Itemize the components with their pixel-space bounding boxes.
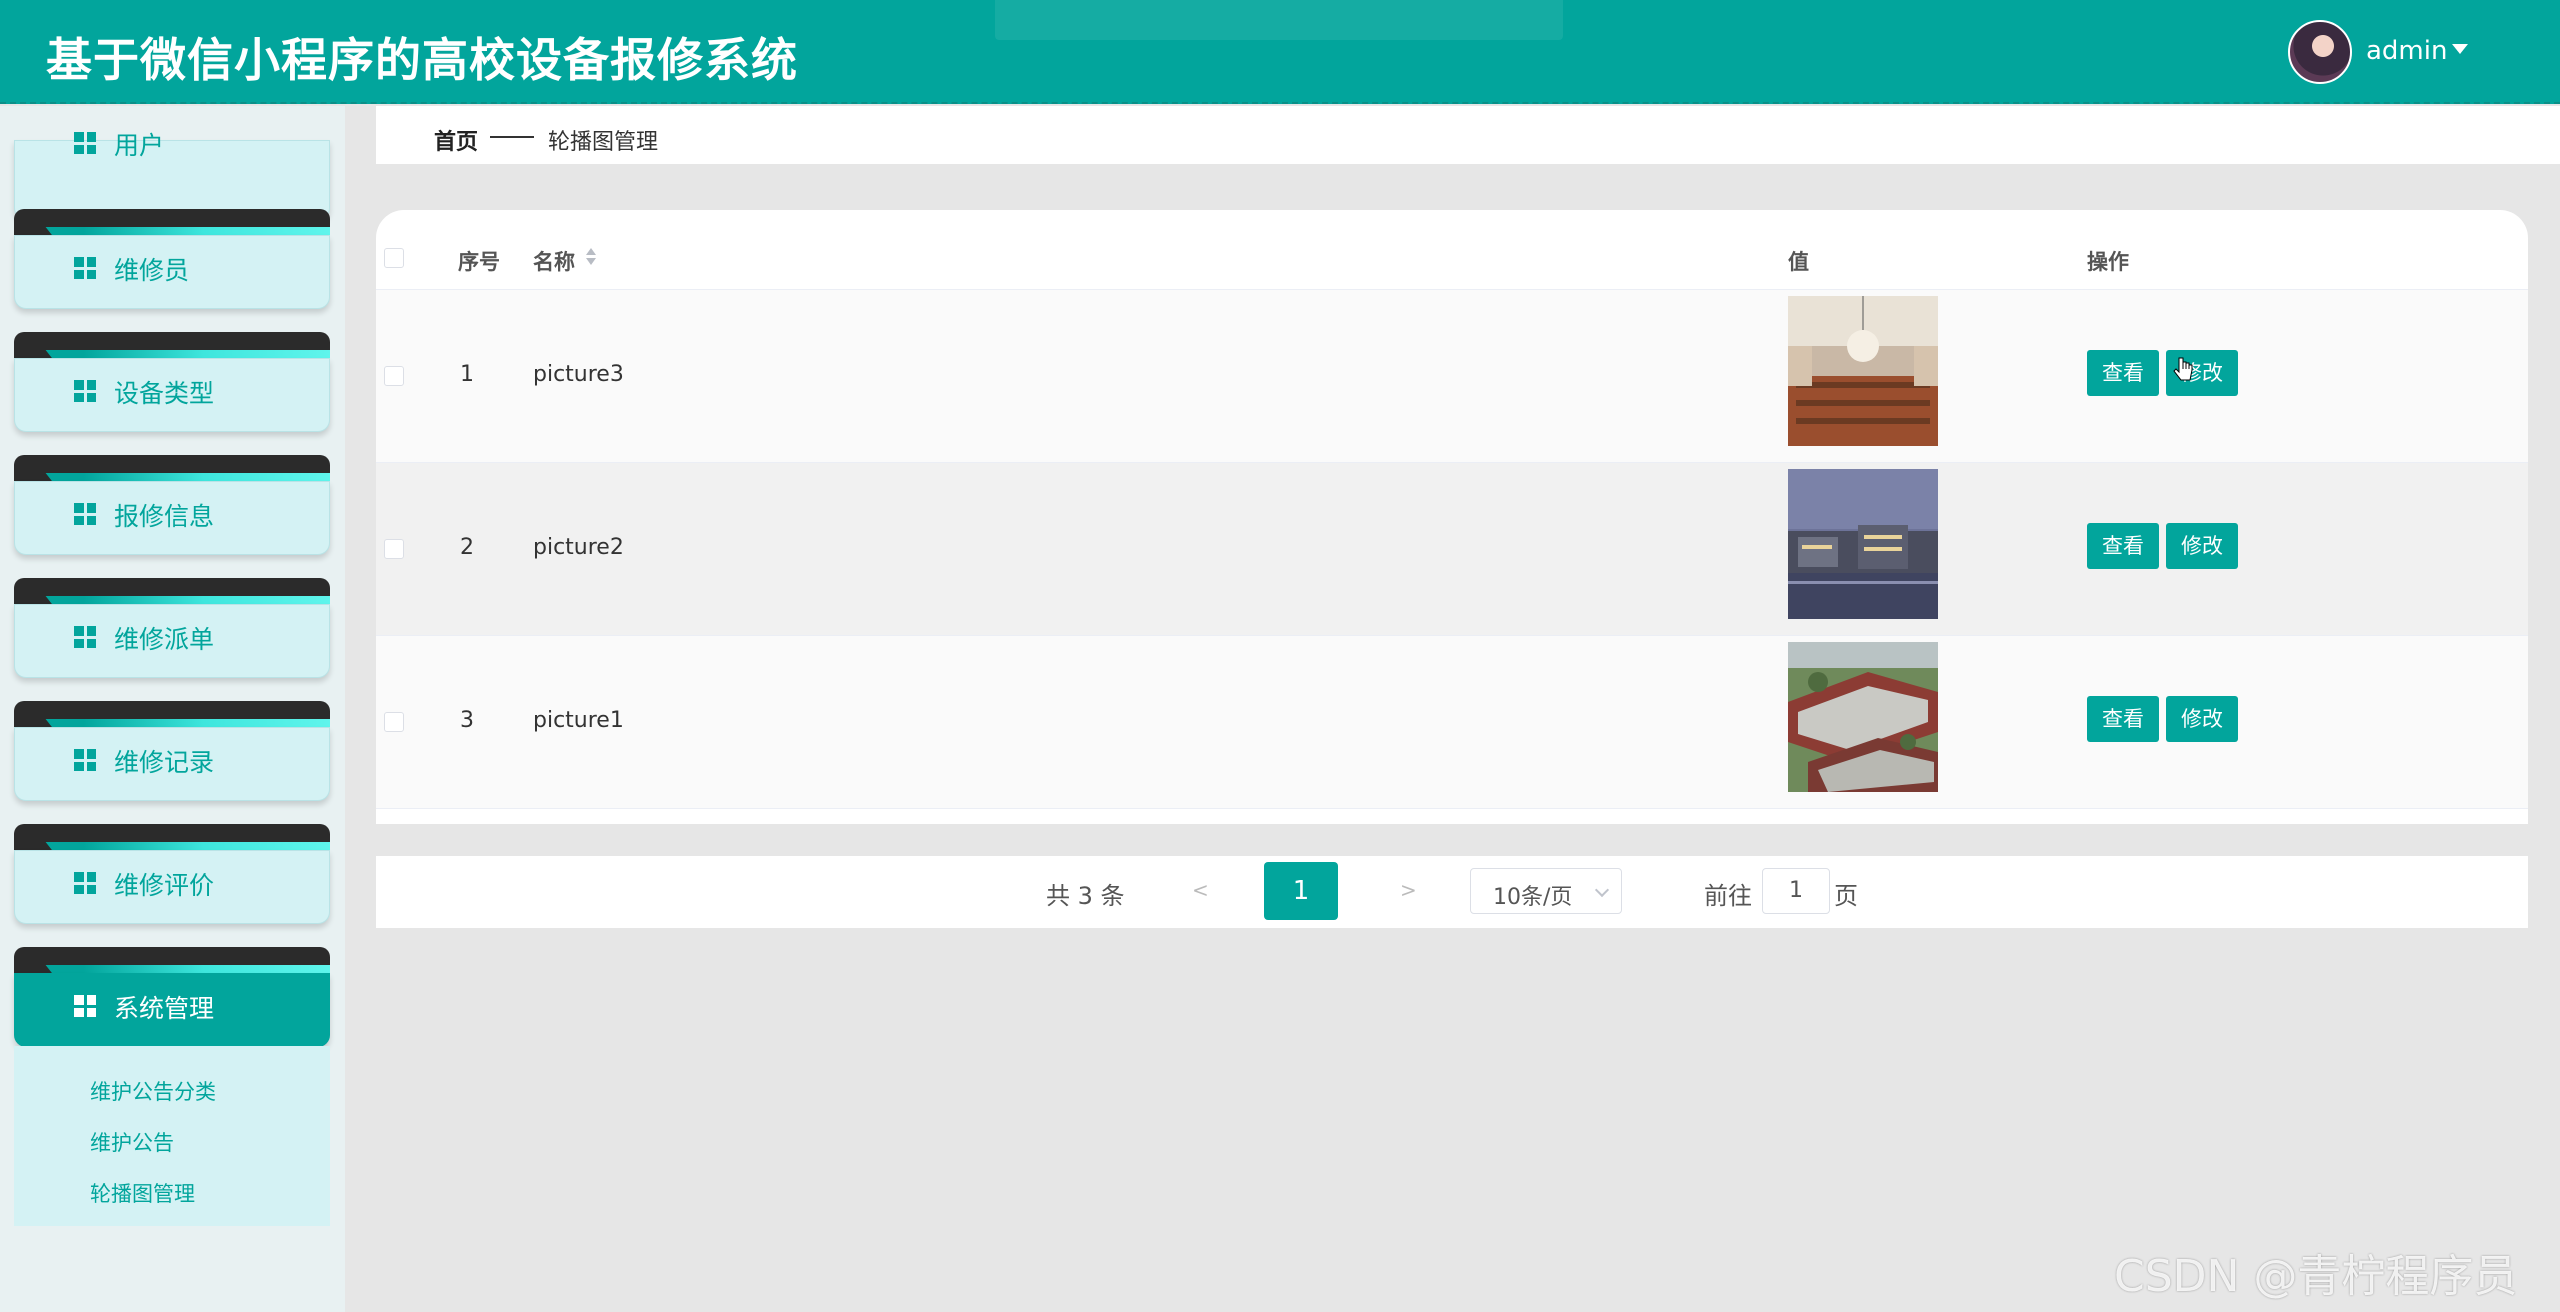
hand-cursor-icon bbox=[2173, 357, 2193, 381]
next-page-button[interactable]: > bbox=[1400, 878, 1417, 902]
table-header: 序号 名称 值 操作 bbox=[376, 210, 2528, 290]
sidebar-item-label: 维修评价 bbox=[114, 871, 215, 900]
goto-label: 前往 bbox=[1704, 882, 1752, 910]
row-index: 2 bbox=[460, 535, 474, 560]
row-checkbox[interactable] bbox=[384, 712, 404, 732]
submenu-item-notice[interactable]: 维护公告 bbox=[90, 1127, 174, 1157]
view-button[interactable]: 查看 bbox=[2087, 696, 2159, 742]
goto-page-input[interactable]: 1 bbox=[1762, 868, 1830, 914]
watermark: CSDN @青柠程序员 bbox=[2114, 1251, 2518, 1302]
sidebar-item-repairman[interactable]: 维修员 bbox=[14, 209, 330, 309]
chevron-down-icon[interactable] bbox=[2452, 44, 2468, 54]
view-button[interactable]: 查看 bbox=[2087, 350, 2159, 396]
sidebar-item-device-type[interactable]: 设备类型 bbox=[14, 332, 330, 432]
carousel-image[interactable] bbox=[1788, 469, 1938, 619]
breadcrumb-home[interactable]: 首页 bbox=[434, 124, 478, 156]
prev-page-button[interactable]: < bbox=[1192, 878, 1209, 902]
page-size-value: 10条/页 bbox=[1493, 885, 1573, 910]
row-name: picture1 bbox=[533, 708, 624, 733]
header-search-area bbox=[995, 0, 1563, 40]
sidebar-item-label: 用户 bbox=[114, 131, 165, 160]
carousel-image[interactable] bbox=[1788, 642, 1938, 792]
person-icon bbox=[74, 749, 96, 771]
sidebar-item-reviews[interactable]: 维修评价 bbox=[14, 824, 330, 924]
column-header-actions: 操作 bbox=[2087, 250, 2129, 274]
sidebar-item-system[interactable]: 系统管理 bbox=[14, 947, 330, 1047]
breadcrumb-separator bbox=[490, 136, 534, 138]
grid-icon bbox=[74, 995, 96, 1017]
goto-suffix: 页 bbox=[1834, 882, 1858, 910]
app-title: 基于微信小程序的高校设备报修系统 bbox=[46, 33, 798, 87]
grid-icon bbox=[74, 872, 96, 894]
submenu-item-notice-category[interactable]: 维护公告分类 bbox=[90, 1076, 216, 1106]
sort-icon[interactable] bbox=[586, 248, 596, 266]
page-number-current[interactable]: 1 bbox=[1264, 862, 1338, 920]
sidebar-item-label: 报修信息 bbox=[114, 502, 215, 531]
column-header-name[interactable]: 名称 bbox=[533, 246, 575, 276]
row-index: 1 bbox=[460, 362, 474, 387]
breadcrumb: 首页 轮播图管理 bbox=[376, 106, 2560, 164]
sidebar-item-users[interactable]: 用户 bbox=[14, 131, 330, 220]
edit-button[interactable]: 修改 bbox=[2166, 523, 2238, 569]
row-name: picture2 bbox=[533, 535, 624, 560]
sidebar-item-label: 设备类型 bbox=[114, 379, 215, 408]
grid-icon bbox=[74, 380, 96, 402]
pagination-total: 共 3 条 bbox=[1046, 882, 1125, 910]
user-icon bbox=[74, 132, 96, 154]
table-row: 2 picture2 查看 修改 bbox=[376, 463, 2528, 636]
sidebar-item-dispatch[interactable]: 维修派单 bbox=[14, 578, 330, 678]
row-index: 3 bbox=[460, 708, 474, 733]
sidebar: 用户 维修员 设备类型 报修信息 维修派单 维修记录 维修评价 系统管理 维护公… bbox=[0, 106, 345, 1312]
clipboard-icon bbox=[74, 503, 96, 525]
column-header-index: 序号 bbox=[458, 250, 500, 274]
column-header-value: 值 bbox=[1788, 250, 1809, 274]
view-button[interactable]: 查看 bbox=[2087, 523, 2159, 569]
sidebar-item-label: 系统管理 bbox=[114, 994, 215, 1023]
carousel-image[interactable] bbox=[1788, 296, 1938, 446]
avatar[interactable] bbox=[2288, 20, 2352, 84]
ticket-icon bbox=[74, 626, 96, 648]
data-table: 序号 名称 值 操作 1 picture3 查看 修改 2 picture2 查… bbox=[376, 210, 2528, 824]
row-checkbox[interactable] bbox=[384, 366, 404, 386]
chevron-down-icon bbox=[1594, 882, 1610, 898]
edit-button[interactable]: 修改 bbox=[2166, 696, 2238, 742]
breadcrumb-current: 轮播图管理 bbox=[548, 130, 659, 155]
table-row: 1 picture3 查看 修改 bbox=[376, 290, 2528, 463]
submenu-item-carousel[interactable]: 轮播图管理 bbox=[90, 1178, 195, 1208]
page-size-select[interactable]: 10条/页 bbox=[1470, 868, 1622, 914]
user-name[interactable]: admin bbox=[2366, 36, 2447, 66]
sidebar-item-label: 维修派单 bbox=[114, 625, 215, 654]
sidebar-item-repair-info[interactable]: 报修信息 bbox=[14, 455, 330, 555]
table-row: 3 picture1 查看 修改 bbox=[376, 636, 2528, 809]
sidebar-item-records[interactable]: 维修记录 bbox=[14, 701, 330, 801]
pagination: 共 3 条 < 1 > 10条/页 前往 1 页 bbox=[376, 856, 2528, 928]
grid-icon bbox=[74, 257, 96, 279]
sidebar-item-label: 维修记录 bbox=[114, 748, 215, 777]
sidebar-item-label: 维修员 bbox=[114, 256, 190, 285]
select-all-checkbox[interactable] bbox=[384, 248, 404, 268]
row-checkbox[interactable] bbox=[384, 539, 404, 559]
row-name: picture3 bbox=[533, 362, 624, 387]
top-header: 基于微信小程序的高校设备报修系统 admin bbox=[0, 0, 2560, 104]
system-submenu: 维护公告分类 维护公告 轮播图管理 bbox=[14, 1046, 330, 1226]
